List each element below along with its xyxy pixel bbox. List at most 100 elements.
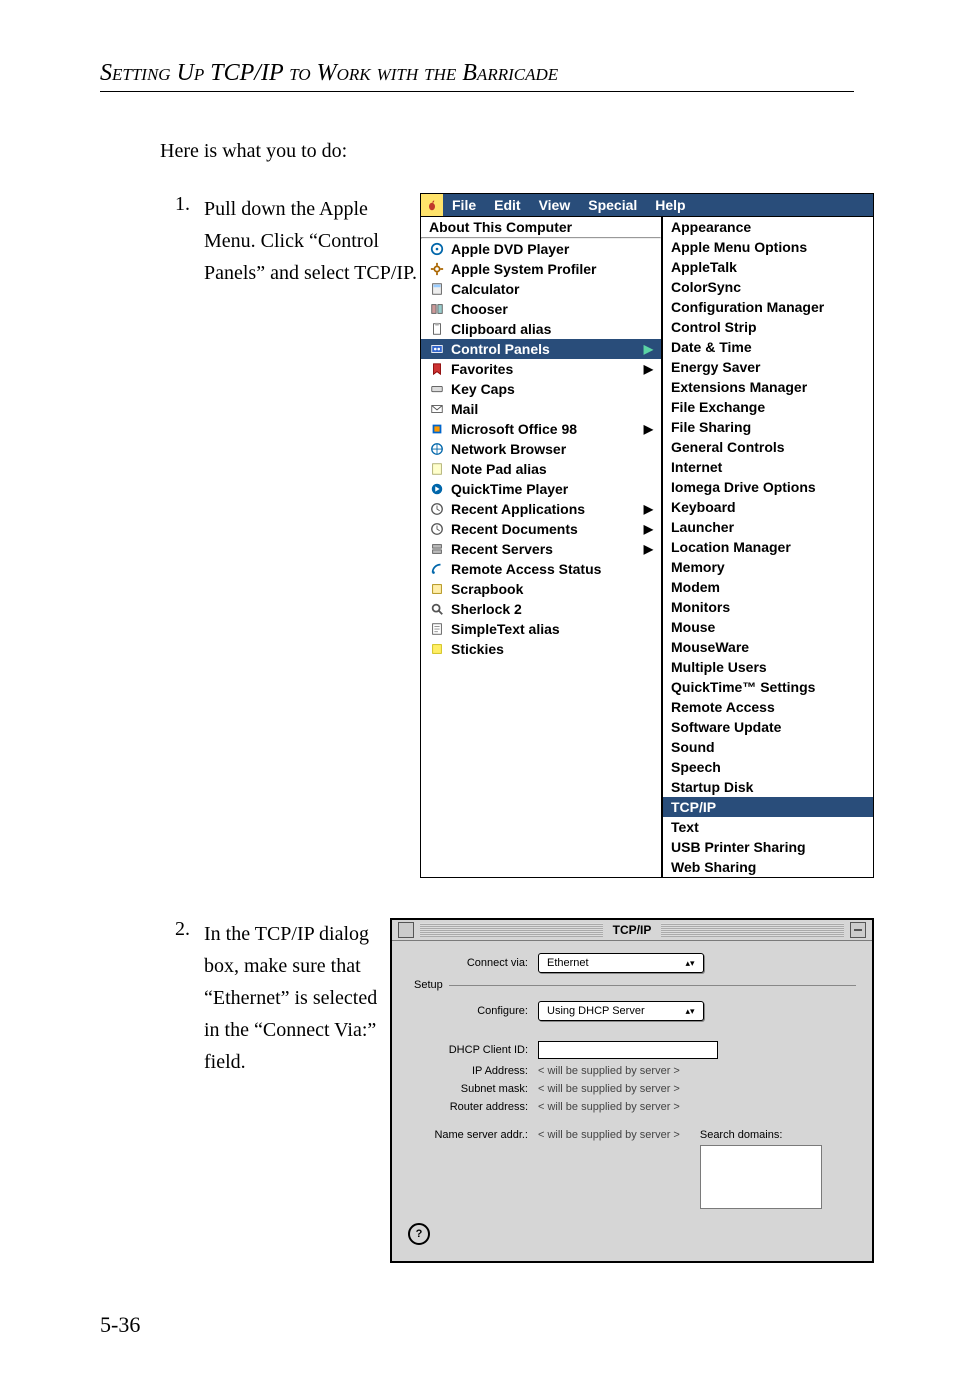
control-panel-keyboard[interactable]: Keyboard (663, 497, 873, 517)
recent-icon (429, 521, 445, 537)
control-panel-monitors[interactable]: Monitors (663, 597, 873, 617)
titlebar-stripes (420, 923, 603, 937)
mail-icon (429, 401, 445, 417)
control-panel-file-exchange[interactable]: File Exchange (663, 397, 873, 417)
control-panel-speech[interactable]: Speech (663, 757, 873, 777)
name-server-value: < will be supplied by server > (538, 1129, 680, 1141)
menu-item-mail[interactable]: Mail (421, 399, 661, 419)
menu-special[interactable]: Special (579, 197, 646, 213)
control-panel-remote-access[interactable]: Remote Access (663, 697, 873, 717)
control-panel-modem[interactable]: Modem (663, 577, 873, 597)
disc-icon (429, 241, 445, 257)
qt-icon (429, 481, 445, 497)
menu-item-recent-applications[interactable]: Recent Applications▶ (421, 499, 661, 519)
control-panel-sound[interactable]: Sound (663, 737, 873, 757)
control-panel-internet[interactable]: Internet (663, 457, 873, 477)
menu-item-stickies[interactable]: Stickies (421, 639, 661, 659)
control-panel-label: USB Printer Sharing (671, 839, 865, 855)
updown-icon: ▴▾ (683, 959, 697, 968)
office-icon (429, 421, 445, 437)
control-panel-appletalk[interactable]: AppleTalk (663, 257, 873, 277)
menu-view[interactable]: View (530, 197, 580, 213)
menu-item-label: Clipboard alias (451, 321, 653, 337)
control-panel-web-sharing[interactable]: Web Sharing (663, 857, 873, 877)
control-panel-general-controls[interactable]: General Controls (663, 437, 873, 457)
control-panel-mouseware[interactable]: MouseWare (663, 637, 873, 657)
ip-address-value: < will be supplied by server > (538, 1065, 680, 1077)
control-panel-quicktime-settings[interactable]: QuickTime™ Settings (663, 677, 873, 697)
control-panel-label: Software Update (671, 719, 865, 735)
control-panel-file-sharing[interactable]: File Sharing (663, 417, 873, 437)
menu-item-sherlock-2[interactable]: Sherlock 2 (421, 599, 661, 619)
control-panel-usb-printer-sharing[interactable]: USB Printer Sharing (663, 837, 873, 857)
control-panel-colorsync[interactable]: ColorSync (663, 277, 873, 297)
control-panel-label: Multiple Users (671, 659, 865, 675)
menu-edit[interactable]: Edit (485, 197, 529, 213)
control-panel-label: TCP/IP (671, 799, 865, 815)
menu-item-label: Microsoft Office 98 (451, 421, 638, 437)
menu-item-calculator[interactable]: Calculator (421, 279, 661, 299)
control-panel-label: Control Strip (671, 319, 865, 335)
control-panel-apple-menu-options[interactable]: Apple Menu Options (663, 237, 873, 257)
search-domains-box[interactable] (700, 1145, 822, 1209)
menu-item-quicktime-player[interactable]: QuickTime Player (421, 479, 661, 499)
control-panel-label: Extensions Manager (671, 379, 865, 395)
menu-item-apple-dvd-player[interactable]: Apple DVD Player (421, 239, 661, 259)
control-panel-multiple-users[interactable]: Multiple Users (663, 657, 873, 677)
control-panel-label: Appearance (671, 219, 865, 235)
menu-item-microsoft-office-98[interactable]: Microsoft Office 98 ▶ (421, 419, 661, 439)
menu-about-this-computer[interactable]: About This Computer (421, 217, 661, 237)
menu-help[interactable]: Help (646, 197, 694, 213)
control-panel-appearance[interactable]: Appearance (663, 217, 873, 237)
menu-item-label: Stickies (451, 641, 653, 657)
panel-icon (429, 341, 445, 357)
control-panel-date-time[interactable]: Date & Time (663, 337, 873, 357)
submenu-arrow-icon: ▶ (644, 423, 653, 435)
collapse-box[interactable] (850, 922, 866, 938)
control-panel-label: Remote Access (671, 699, 865, 715)
submenu-arrow-icon: ▶ (644, 543, 653, 555)
menu-item-control-panels[interactable]: Control Panels▶ (421, 339, 661, 359)
step-1-text: Pull down the Apple Menu. Click “Control… (204, 193, 420, 289)
control-panel-energy-saver[interactable]: Energy Saver (663, 357, 873, 377)
menu-item-recent-servers[interactable]: Recent Servers▶ (421, 539, 661, 559)
menu-item-remote-access-status[interactable]: Remote Access Status (421, 559, 661, 579)
control-panel-launcher[interactable]: Launcher (663, 517, 873, 537)
menu-file[interactable]: File (443, 197, 485, 213)
menu-item-scrapbook[interactable]: Scrapbook (421, 579, 661, 599)
menu-item-network-browser[interactable]: Network Browser (421, 439, 661, 459)
control-panel-control-strip[interactable]: Control Strip (663, 317, 873, 337)
updown-icon: ▴▾ (683, 1007, 697, 1016)
menu-item-note-pad-alias[interactable]: Note Pad alias (421, 459, 661, 479)
control-panel-tcp-ip[interactable]: TCP/IP (663, 797, 873, 817)
menu-item-chooser[interactable]: Chooser (421, 299, 661, 319)
dhcp-client-id-input[interactable] (538, 1041, 718, 1059)
control-panel-startup-disk[interactable]: Startup Disk (663, 777, 873, 797)
connect-via-select[interactable]: Ethernet ▴▾ (538, 953, 704, 973)
dialog-title: TCP/IP (603, 923, 662, 937)
apple-menu-icon[interactable] (421, 194, 443, 216)
control-panel-mouse[interactable]: Mouse (663, 617, 873, 637)
control-panel-label: ColorSync (671, 279, 865, 295)
control-panel-label: MouseWare (671, 639, 865, 655)
control-panel-configuration-manager[interactable]: Configuration Manager (663, 297, 873, 317)
menu-item-favorites[interactable]: Favorites▶ (421, 359, 661, 379)
control-panel-label: Apple Menu Options (671, 239, 865, 255)
menu-item-simpletext-alias[interactable]: SimpleText alias (421, 619, 661, 639)
control-panel-extensions-manager[interactable]: Extensions Manager (663, 377, 873, 397)
close-box[interactable] (398, 922, 414, 938)
menu-item-apple-system-profiler[interactable]: Apple System Profiler (421, 259, 661, 279)
configure-select[interactable]: Using DHCP Server ▴▾ (538, 1001, 704, 1021)
control-panel-location-manager[interactable]: Location Manager (663, 537, 873, 557)
control-panel-iomega-drive-options[interactable]: Iomega Drive Options (663, 477, 873, 497)
control-panel-memory[interactable]: Memory (663, 557, 873, 577)
menu-item-key-caps[interactable]: Key Caps (421, 379, 661, 399)
menu-item-recent-documents[interactable]: Recent Documents▶ (421, 519, 661, 539)
menu-item-clipboard-alias[interactable]: Clipboard alias (421, 319, 661, 339)
control-panel-label: Sound (671, 739, 865, 755)
menu-item-label: Recent Applications (451, 501, 638, 517)
control-panel-text[interactable]: Text (663, 817, 873, 837)
control-panel-software-update[interactable]: Software Update (663, 717, 873, 737)
control-panels-submenu: Appearance Apple Menu Options AppleTalk Col… (662, 217, 874, 878)
help-button[interactable]: ? (408, 1223, 430, 1245)
